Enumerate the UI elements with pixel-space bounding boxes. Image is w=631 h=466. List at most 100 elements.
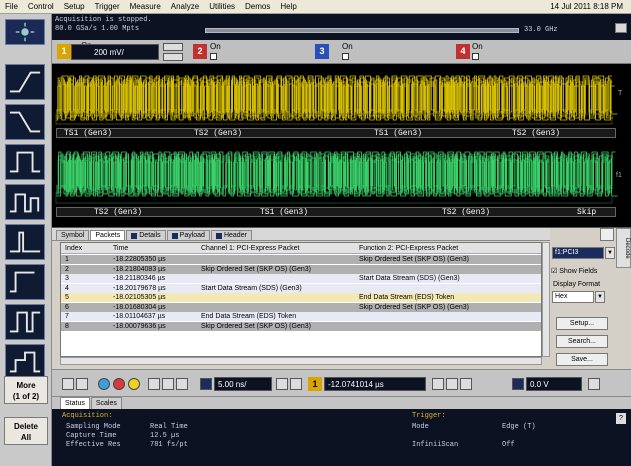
sun-icon[interactable]	[5, 19, 45, 45]
runt-pulse-icon[interactable]	[5, 184, 45, 220]
trigger-mode-label: Mode	[412, 423, 429, 431]
search-button[interactable]: Search...	[556, 335, 608, 348]
source-dropdown-icon[interactable]: ▼	[605, 247, 615, 259]
table-row[interactable]: 7 -18.01104637 µs End Data Stream (EDS) To…	[61, 312, 541, 321]
menu-demos[interactable]: Demos	[240, 2, 275, 11]
channel-2-badge[interactable]: 2	[193, 44, 207, 59]
timeout-icon[interactable]	[5, 264, 45, 300]
row-time: -18.21180346 µs	[113, 275, 166, 282]
show-fields-label: Show Fields	[559, 268, 598, 275]
menu-help[interactable]: Help	[275, 2, 301, 11]
time-scale-field[interactable]: 5.00 ns/	[214, 377, 272, 391]
table-row[interactable]: 3 -18.21180346 µs Start Data Stream (SDS) …	[61, 274, 541, 283]
col-index[interactable]: Index	[61, 243, 113, 253]
default-setup-icon[interactable]	[176, 378, 188, 390]
channel-2-checkbox[interactable]	[210, 53, 217, 60]
table-row[interactable]: 5 -18.02105305 µs End Data Stream (EDS) To…	[61, 293, 541, 302]
pattern-icon[interactable]	[5, 304, 45, 340]
channel-3-checkbox[interactable]	[342, 53, 349, 60]
tab-scales[interactable]: Scales	[90, 397, 122, 409]
menu-file[interactable]: File	[0, 2, 23, 11]
pulse-width-icon[interactable]	[5, 144, 45, 180]
channel-1-offset-button[interactable]	[163, 43, 183, 51]
display-format-dropdown-icon[interactable]: ▼	[595, 291, 605, 303]
row-time: -18.02105305 µs	[113, 294, 166, 301]
col-time[interactable]: Time	[113, 243, 201, 253]
channel-3-badge[interactable]: 3	[315, 44, 329, 59]
col-channel1[interactable]: Channel 1: PCI-Express Packet	[201, 243, 359, 253]
run-control-button[interactable]	[62, 378, 74, 390]
trigger-icon[interactable]	[512, 378, 524, 390]
menu-analyze[interactable]: Analyze	[166, 2, 204, 11]
table-horizontal-scrollbar[interactable]	[60, 357, 542, 365]
infiniiscan-value: Off	[502, 441, 515, 449]
display-format-label: Display Format	[553, 281, 601, 288]
window-icon[interactable]	[5, 344, 45, 380]
channel-1-scale-button[interactable]	[163, 53, 183, 61]
delete-all-button[interactable]: Delete All	[4, 417, 48, 445]
position-right-icon[interactable]	[460, 378, 472, 390]
menu-control[interactable]: Control	[23, 2, 59, 11]
tab-header[interactable]: Header	[210, 230, 252, 240]
minimize-button[interactable]	[615, 23, 627, 33]
trigger-level-field[interactable]: 0.0 V	[526, 377, 582, 391]
menu-setup[interactable]: Setup	[59, 2, 90, 11]
show-fields-checkbox[interactable]: ☑ Show Fields	[551, 267, 597, 275]
run-icon[interactable]	[98, 378, 110, 390]
function-marker: f1	[616, 172, 622, 179]
setup-button[interactable]: Setup...	[556, 317, 608, 330]
more-button[interactable]: More (1 of 2)	[4, 376, 48, 404]
trigger-level-stepper[interactable]	[588, 378, 600, 390]
stop-control-button[interactable]	[76, 378, 88, 390]
acquisition-heading: Acquisition:	[62, 412, 113, 420]
table-row[interactable]: 1 -18.22805350 µs Skip Ordered Set (SKP OS…	[61, 255, 541, 264]
sample-rate: 80.0 GSa/s 1.00 Mpts	[55, 25, 140, 33]
decode-side-tab[interactable]: Decode	[616, 228, 631, 268]
tab-packets[interactable]: Packets	[90, 230, 126, 240]
table-row[interactable]: 8 -18.00079636 µs Skip Ordered Set (SKP OS…	[61, 321, 541, 331]
autoscale-icon[interactable]	[162, 378, 174, 390]
stop-icon[interactable]	[113, 378, 125, 390]
position-left-icon[interactable]	[432, 378, 444, 390]
menu-trigger[interactable]: Trigger	[90, 2, 125, 11]
save-button[interactable]: Save...	[556, 353, 608, 366]
source-select[interactable]: f1:PCI3	[552, 247, 604, 259]
position-stop-icon[interactable]	[446, 378, 458, 390]
glitch-icon[interactable]	[5, 224, 45, 260]
channel-4-checkbox[interactable]	[472, 53, 479, 60]
menu-utilities[interactable]: Utilities	[204, 2, 240, 11]
menu-measure[interactable]: Measure	[125, 2, 166, 11]
table-row[interactable]: 4 -18.20179678 µs Start Data Stream (SDS) …	[61, 283, 541, 293]
tab-symbol[interactable]: Symbol	[56, 230, 90, 240]
row-channel1: Skip Ordered Set (SKP OS) (Gen3)	[201, 265, 311, 273]
single-icon[interactable]	[128, 378, 140, 390]
table-vertical-scrollbar[interactable]	[542, 242, 550, 357]
tab-payload[interactable]: Payload	[166, 230, 210, 240]
falling-edge-icon[interactable]	[5, 104, 45, 140]
tab-status[interactable]: Status	[60, 397, 90, 409]
help-icon[interactable]: ?	[616, 413, 626, 424]
effective-res-label: Effective Res	[66, 441, 121, 449]
horizontal-icon[interactable]	[200, 378, 212, 390]
lane-1-label-3: TS1 (Gen3)	[374, 129, 423, 138]
channel-1-scale-field[interactable]: 200 mV/	[71, 44, 159, 60]
waveform-display[interactable]: TS1 (Gen3) TS2 (Gen3) TS1 (Gen3) TS2 (Ge…	[52, 64, 631, 228]
status-tabs: Status Scales	[52, 397, 631, 409]
row-channel1: Skip Ordered Set (SKP OS) (Gen3)	[201, 322, 311, 330]
channel-1-badge[interactable]: 1	[57, 44, 71, 59]
table-row[interactable]: 6 -18.01680304 µs Skip Ordered Set (SKP OS…	[61, 302, 541, 312]
time-scale-up[interactable]	[290, 378, 302, 390]
info-button[interactable]	[600, 228, 614, 241]
acquisition-overview-bar[interactable]	[205, 28, 519, 33]
display-format-select[interactable]: Hex	[552, 291, 594, 303]
col-function2[interactable]: Function 2: PCI-Express Packet	[359, 243, 537, 253]
channel-4-badge[interactable]: 4	[456, 44, 470, 59]
row-index: 2	[65, 265, 69, 273]
table-row[interactable]: 2 -18.21804083 µs Skip Ordered Set (SKP OS…	[61, 264, 541, 274]
tab-details[interactable]: Details	[126, 230, 166, 240]
zoom-icon[interactable]	[148, 378, 160, 390]
time-scale-down[interactable]	[276, 378, 288, 390]
trigger-position-field[interactable]: -12.0741014 µs	[324, 377, 426, 391]
trigger-source-badge[interactable]: 1	[308, 377, 322, 391]
rising-edge-icon[interactable]	[5, 64, 45, 100]
